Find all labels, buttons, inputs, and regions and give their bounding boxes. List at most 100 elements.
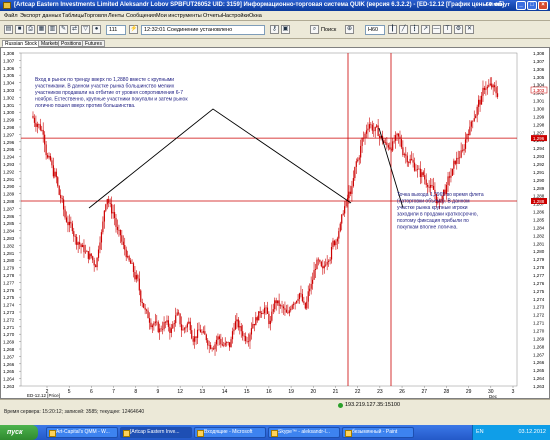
candle-body: [228, 342, 231, 348]
candle-body: [304, 302, 306, 309]
y-tick-label: 1,308: [3, 51, 15, 56]
candle-body: [92, 256, 94, 261]
transfer-icon[interactable]: ⇄: [70, 25, 79, 34]
candle-body: [313, 270, 315, 280]
lock-icon[interactable]: ▣: [281, 25, 290, 34]
y-tick-label: 1,277: [3, 280, 15, 285]
stop-icon[interactable]: ●: [92, 25, 101, 34]
print-icon[interactable]: ⎙: [26, 25, 35, 34]
candle-body: [134, 272, 136, 280]
candle-body: [408, 162, 410, 164]
candle-body: [396, 133, 398, 136]
candle-body: [122, 241, 124, 246]
candle-body: [169, 326, 171, 333]
chart-icon[interactable]: ▦: [37, 25, 46, 34]
taskbar-item[interactable]: Входящие - Microsoft: [194, 427, 266, 438]
tab-futures[interactable]: Futures: [82, 40, 105, 47]
title-bar: [Artcap Eastern Investments Limited Alek…: [0, 0, 550, 11]
right-y-tick-label: 1,273: [533, 305, 545, 310]
candle-body: [116, 226, 119, 230]
taskbar-item[interactable]: Art-Capital's QMM - W...: [46, 427, 118, 438]
menu-my-instruments[interactable]: Мои инструменты: [156, 13, 202, 19]
candle-body: [255, 317, 257, 326]
candle-body: [295, 300, 298, 303]
taskbar-item[interactable]: безымянный - Paint: [342, 427, 414, 438]
candle-body: [151, 325, 154, 328]
menu-windows[interactable]: Окна: [249, 13, 262, 19]
menu-file[interactable]: Файл: [4, 13, 18, 19]
new-window-icon[interactable]: ▤: [4, 25, 13, 34]
price-chart[interactable]: 1,308 1,307 1,306 1,305 1,304 1,303 1,302 1,301…: [0, 47, 550, 399]
key-icon[interactable]: ⚷: [270, 25, 279, 34]
candle-body: [494, 85, 496, 88]
y-tick-label: 1,290: [3, 184, 15, 189]
candles-icon[interactable]: ┃: [388, 25, 397, 34]
taskbar-item-active[interactable]: [Artcap Eastern Inve...: [120, 427, 192, 438]
right-y-tick-label: 1,284: [533, 225, 545, 230]
menu-feeds[interactable]: Ленты: [108, 13, 124, 19]
zoom-icon[interactable]: ⊕: [345, 25, 354, 34]
candle-body: [194, 336, 196, 342]
right-y-tick-label: 1,270: [533, 329, 545, 334]
maximize-button[interactable]: □: [527, 1, 537, 10]
connect-icon[interactable]: ⚡: [129, 25, 138, 34]
delete-icon[interactable]: ✕: [465, 25, 474, 34]
filter-icon[interactable]: ▽: [81, 25, 90, 34]
right-annotation-text: участке рынка крупные игроки: [397, 205, 468, 211]
interval-select[interactable]: H60: [365, 25, 385, 35]
menu-settings[interactable]: Настройки: [222, 13, 249, 19]
y-tick-label: 1,278: [3, 273, 15, 278]
y-tick-label: 1,287: [3, 206, 15, 211]
candle-body: [245, 336, 247, 342]
language-indicator[interactable]: EN: [476, 429, 484, 435]
candle-body: [182, 329, 184, 331]
menu-messages[interactable]: Сообщения: [126, 13, 156, 19]
chart-svg[interactable]: 1,308 1,307 1,306 1,305 1,304 1,303 1,302 1,301…: [1, 48, 549, 398]
candle-body: [64, 209, 66, 218]
y-tick-label: 1,276: [3, 288, 15, 293]
candle-body: [265, 307, 267, 309]
bars-icon[interactable]: ┇: [410, 25, 419, 34]
x-tick-label: 27: [421, 389, 427, 395]
trend-icon[interactable]: ↗: [421, 25, 430, 34]
candle-body: [36, 124, 38, 127]
tab-positions[interactable]: Positions: [58, 40, 85, 47]
right-y-tick-label: 1,279: [533, 257, 545, 262]
table-icon[interactable]: ▥: [48, 25, 57, 34]
y-tick-label: 1,298: [3, 125, 15, 130]
menu-bar: Файл Экспорт данных Таблицы Торговля Лен…: [0, 11, 550, 21]
candle-body: [195, 336, 197, 338]
text-icon[interactable]: T: [443, 25, 452, 34]
candle-body: [326, 261, 328, 265]
save-icon[interactable]: ■: [15, 25, 24, 34]
candle-body: [349, 191, 352, 194]
candle-body: [118, 229, 120, 231]
menu-reports[interactable]: Отчеты: [203, 13, 222, 19]
search-label[interactable]: Поиск: [321, 27, 336, 33]
start-button[interactable]: пуск: [0, 425, 38, 440]
close-button[interactable]: ×: [538, 1, 548, 10]
candle-body: [129, 260, 132, 264]
interval-status: 60 минут: [485, 2, 510, 8]
candle-body: [475, 115, 477, 119]
menu-tables[interactable]: Таблицы: [62, 13, 84, 19]
line-icon[interactable]: ╱: [399, 25, 408, 34]
candle-body: [61, 198, 63, 200]
candle-body: [317, 259, 320, 261]
level-icon[interactable]: ―: [432, 25, 441, 34]
minimize-button[interactable]: _: [516, 1, 526, 10]
candle-body: [57, 177, 59, 186]
candle-body: [301, 294, 304, 302]
settings-icon[interactable]: ⚙: [454, 25, 463, 34]
order-icon[interactable]: ✎: [59, 25, 68, 34]
right-y-tick-label: 1,289: [533, 186, 545, 191]
menu-export[interactable]: Экспорт данных: [20, 13, 61, 19]
menu-trading[interactable]: Торговля: [84, 13, 107, 19]
candle-body: [365, 130, 368, 134]
counter-field[interactable]: 111: [106, 25, 126, 35]
tab-russian-stock[interactable]: Russian Stock: [2, 40, 40, 47]
search-icon[interactable]: ⌕: [310, 25, 319, 34]
taskbar-item[interactable]: Skype™ - aleksandr-l...: [268, 427, 340, 438]
candle-body: [242, 331, 244, 336]
candle-body: [415, 169, 417, 171]
